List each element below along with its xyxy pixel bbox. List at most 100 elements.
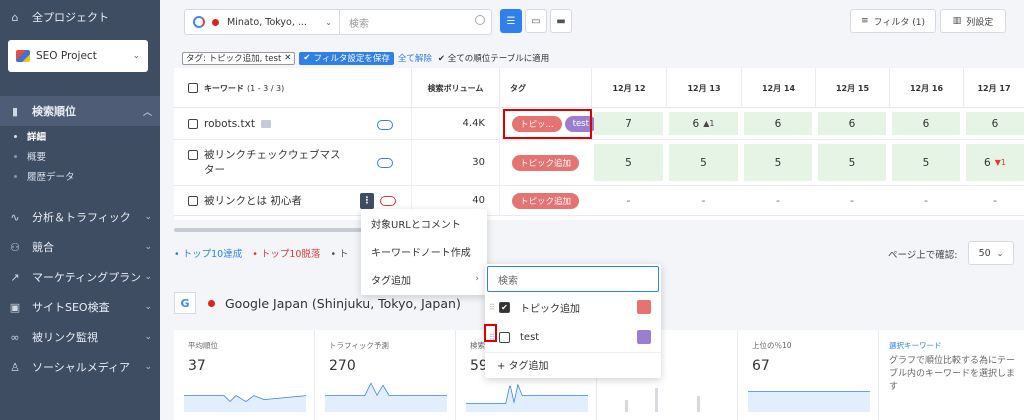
sidebar-item-rankings[interactable]: ▮ 検索順位 ︿ <box>0 96 160 126</box>
tag-color-swatch[interactable] <box>637 300 651 314</box>
rank-value: 5 <box>625 156 632 169</box>
stat-card[interactable]: 平均順位 37 <box>174 330 315 420</box>
tag-option[interactable]: ⠿ test <box>485 322 661 352</box>
bar-chart-icon: ▮ <box>11 104 19 118</box>
all-projects-label: 全プロジェクト <box>32 11 109 24</box>
filter-chips: タグ: トピック追加, test ✕ ✔ フィルタ設定を保存 全て解除 ✔ 全て… <box>182 51 549 65</box>
engine-title-text: Google Japan (Shinjuku, Tokyo, Japan) <box>225 295 461 311</box>
drag-handle-icon[interactable]: ⠿ <box>489 303 495 312</box>
sidebar-item-backlinks[interactable]: ∞ 被リンク監視 ⌄ <box>0 322 160 352</box>
legend-item: • トップ10達成 <box>174 249 243 260</box>
thumb-icon: ♙ <box>10 360 20 374</box>
link-icon[interactable] <box>377 120 393 130</box>
link-icon: ∞ <box>10 330 20 344</box>
sidebar-item-label: 分析＆トラフィック <box>32 211 131 224</box>
group-view-button[interactable]: ▬ <box>550 9 572 33</box>
date-column-header[interactable]: 12月 15 <box>815 68 889 108</box>
rank-value: 5 <box>922 156 930 169</box>
row-checkbox[interactable] <box>188 118 198 129</box>
volume-column-header[interactable]: 検索ボリューム <box>411 68 499 108</box>
table-row[interactable]: 被リンクとは 初心者 ⋮ 40 トピック追加 - - - - - - <box>174 186 1024 216</box>
sidebar-item-marketing[interactable]: ↗ マーケティングプラン ⌄ <box>0 262 160 292</box>
menu-item-keyword-note[interactable]: キーワードノート作成 <box>361 237 487 265</box>
save-filter-button[interactable]: ✔ フィルタ設定を保存 <box>299 51 394 65</box>
sidebar-item-site-audit[interactable]: ▣ サイトSEO検査 ⌄ <box>0 292 160 322</box>
tag-option[interactable]: ⠿ ✔ トピック追加 <box>485 292 661 322</box>
folder-view-button[interactable]: ▭ <box>525 9 547 33</box>
date-column-header[interactable]: 12月 14 <box>741 68 815 108</box>
tag-checkbox[interactable]: ✔ <box>499 301 510 313</box>
menu-item-add-tag[interactable]: タグ追加 › <box>361 265 487 293</box>
row-checkbox[interactable] <box>188 195 198 206</box>
date-column-header[interactable]: 12月 12 <box>591 68 666 108</box>
keyword-text[interactable]: 被リンクとは 初心者 <box>204 193 302 208</box>
location-selector[interactable]: Minato, Tokyo, ... ⌄ <box>185 10 340 34</box>
sidebar-item-label: 検索順位 <box>32 105 76 118</box>
stat-label: 平均順位 <box>188 341 218 350</box>
rank-cell: 5 <box>892 144 960 181</box>
row-checkbox[interactable] <box>188 150 198 160</box>
sidebar-item-analytics[interactable]: ∿ 分析＆トラフィック ⌄ <box>0 202 160 232</box>
date-column-header[interactable]: 12月 13 <box>666 68 741 108</box>
legend-item: • ト <box>330 249 349 260</box>
row-menu-button[interactable]: ⋮ <box>360 193 374 209</box>
project-selector[interactable]: SEO Project ⌄ <box>8 40 148 72</box>
sidebar-sub-overview[interactable]: 概要 <box>0 146 160 166</box>
sparkline <box>325 382 447 412</box>
selected-keywords-title: 選択キーワード <box>889 341 942 350</box>
sidebar-sub-details[interactable]: 詳細 <box>0 126 160 146</box>
add-tag-button[interactable]: + タグ追加 <box>485 352 661 376</box>
list-view-button[interactable]: ☰ <box>500 9 522 33</box>
clear-all-link[interactable]: 全て解除 <box>398 52 432 64</box>
apply-all-label: 全ての順位テーブルに適用 <box>447 54 550 64</box>
select-all-checkbox[interactable] <box>188 83 198 93</box>
link-icon[interactable] <box>377 158 393 168</box>
sidebar-sub-label: 概要 <box>27 152 47 163</box>
tag-badge[interactable]: トピック追加 <box>512 154 580 171</box>
rank-cell: - <box>818 190 886 211</box>
comment-icon[interactable] <box>260 119 271 128</box>
sidebar-item-competitors[interactable]: ⚇ 競合 ⌄ <box>0 232 160 262</box>
filter-button[interactable]: ≡ フィルタ (1) <box>850 9 936 33</box>
folder-icon: ▭ <box>531 15 541 27</box>
tag-badge[interactable]: トピック追加 <box>512 192 580 209</box>
sidebar-sub-label: 履歴データ <box>27 172 75 183</box>
link-broken-icon[interactable] <box>380 196 396 206</box>
tag-filter-chip[interactable]: タグ: トピック追加, test ✕ <box>182 51 296 65</box>
close-icon[interactable]: ✕ <box>284 53 291 63</box>
table-row[interactable]: robots.txt 4.4K トピッ... test 7 6 ▲1 6 6 6 … <box>174 108 1024 140</box>
keyword-text[interactable]: 被リンクチェックウェブマスター <box>204 148 349 178</box>
tag-color-swatch[interactable] <box>637 330 651 344</box>
date-column-header[interactable]: 12月 16 <box>889 68 963 108</box>
table-row[interactable]: 被リンクチェックウェブマスター 30 トピック追加 5 5 5 5 5 6 ▼1 <box>174 140 1024 186</box>
date-column-header[interactable]: 12月 17 <box>963 68 1024 108</box>
tag-search-input[interactable]: 検索 <box>487 266 659 292</box>
stat-card[interactable]: トラフィック予測 270 <box>315 330 456 420</box>
columns-button[interactable]: ▥ 列設定 <box>940 9 1006 33</box>
rank-value: 5 <box>848 156 856 169</box>
tag-option-label: トピック追加 <box>520 303 580 315</box>
tag-column-header[interactable]: タグ <box>499 68 591 108</box>
tag-header-label: タグ <box>510 83 526 93</box>
keyword-text[interactable]: robots.txt <box>204 118 255 130</box>
rank-cell: 5 <box>669 144 738 181</box>
sidebar-item-social[interactable]: ♙ ソーシャルメディア ⌄ <box>0 352 160 382</box>
rank-cell: 6 <box>892 112 960 135</box>
rank-value: - <box>776 194 780 207</box>
menu-item-target-url[interactable]: 対象URLとコメント <box>361 209 487 237</box>
keyword-column-header[interactable]: キーワード (1 - 3 / 3) <box>174 68 411 108</box>
rank-value: 5 <box>774 156 782 169</box>
location-label: Minato, Tokyo, ... <box>227 16 307 28</box>
all-projects-link[interactable]: ⌂ 全プロジェクト <box>0 0 160 34</box>
search-input[interactable]: 検索 <box>341 10 493 34</box>
rank-cell: - <box>966 190 1024 211</box>
stat-card[interactable]: 上位の％10 67 <box>738 330 879 420</box>
page-size-select[interactable]: 50 ⌄ <box>968 241 1014 265</box>
tag-checkbox[interactable] <box>499 331 510 343</box>
row-context-menu: 対象URLとコメント キーワードノート作成 タグ追加 › <box>361 209 487 295</box>
apply-all-toggle[interactable]: ✔ 全ての順位テーブルに適用 <box>438 52 549 64</box>
table-header: キーワード (1 - 3 / 3) 検索ボリューム タグ 12月 12 12月 … <box>174 68 1024 108</box>
sidebar-sub-history[interactable]: 履歴データ <box>0 166 160 186</box>
sparkline <box>466 383 588 412</box>
rank-up-indicator: ▲1 <box>703 119 715 128</box>
